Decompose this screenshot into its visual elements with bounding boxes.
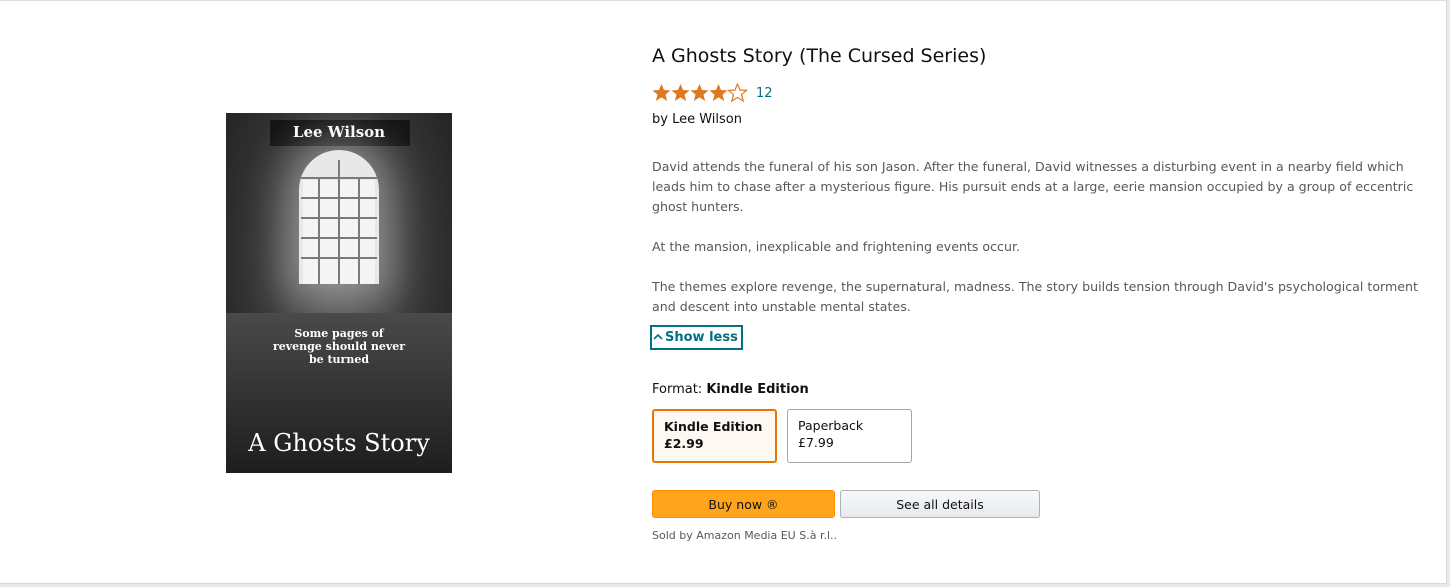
format-option-price: £2.99: [664, 436, 704, 451]
description-paragraph: The themes explore revenge, the supernat…: [652, 279, 1418, 314]
format-option-name: Kindle Edition: [664, 419, 763, 434]
book-description: David attends the funeral of his son Jas…: [652, 157, 1422, 337]
description-paragraph: David attends the funeral of his son Jas…: [652, 159, 1414, 214]
cover-author: Lee Wilson: [292, 123, 386, 141]
star-icon: [652, 84, 671, 101]
product-panel: Lee Wilson Some pages of revenge should: [0, 0, 1447, 584]
star-half-icon: [727, 83, 748, 102]
format-label: Format:: [652, 382, 703, 397]
format-option-paperback[interactable]: Paperback £7.99: [787, 409, 912, 463]
format-line: Format: Kindle Edition: [652, 382, 809, 397]
format-selected: Kindle Edition: [706, 382, 809, 397]
description-paragraph: At the mansion, inexplicable and frighte…: [652, 239, 1020, 254]
chevron-up-icon: [653, 330, 663, 345]
book-title: A Ghosts Story (The Cursed Series): [652, 45, 987, 67]
format-option-kindle[interactable]: Kindle Edition £2.99: [652, 409, 777, 463]
show-less-label: Show less: [665, 330, 738, 345]
buy-now-button[interactable]: Buy now ®: [652, 490, 835, 518]
star-icons: [652, 83, 748, 103]
format-option-price: £7.99: [798, 435, 834, 450]
cover-tagline: Some pages of revenge should never be tu…: [272, 327, 406, 366]
byline: by Lee Wilson: [652, 112, 742, 127]
byline-prefix: by: [652, 112, 668, 127]
book-cover-image[interactable]: Lee Wilson Some pages of revenge should: [226, 113, 452, 473]
star-icon: [709, 84, 728, 101]
cover-window-illustration: [299, 150, 379, 284]
show-less-button[interactable]: Show less: [650, 325, 743, 350]
cover-title: A Ghosts Story: [248, 429, 430, 457]
star-rating[interactable]: 12: [652, 82, 773, 104]
format-option-name: Paperback: [798, 418, 864, 433]
rating-count-link[interactable]: 12: [756, 86, 773, 101]
sold-by-text: Sold by Amazon Media EU S.à r.l..: [652, 529, 837, 542]
see-all-details-button[interactable]: See all details: [840, 490, 1040, 518]
author-link[interactable]: Lee Wilson: [672, 112, 742, 127]
star-icon: [690, 84, 709, 101]
star-icon: [671, 84, 690, 101]
